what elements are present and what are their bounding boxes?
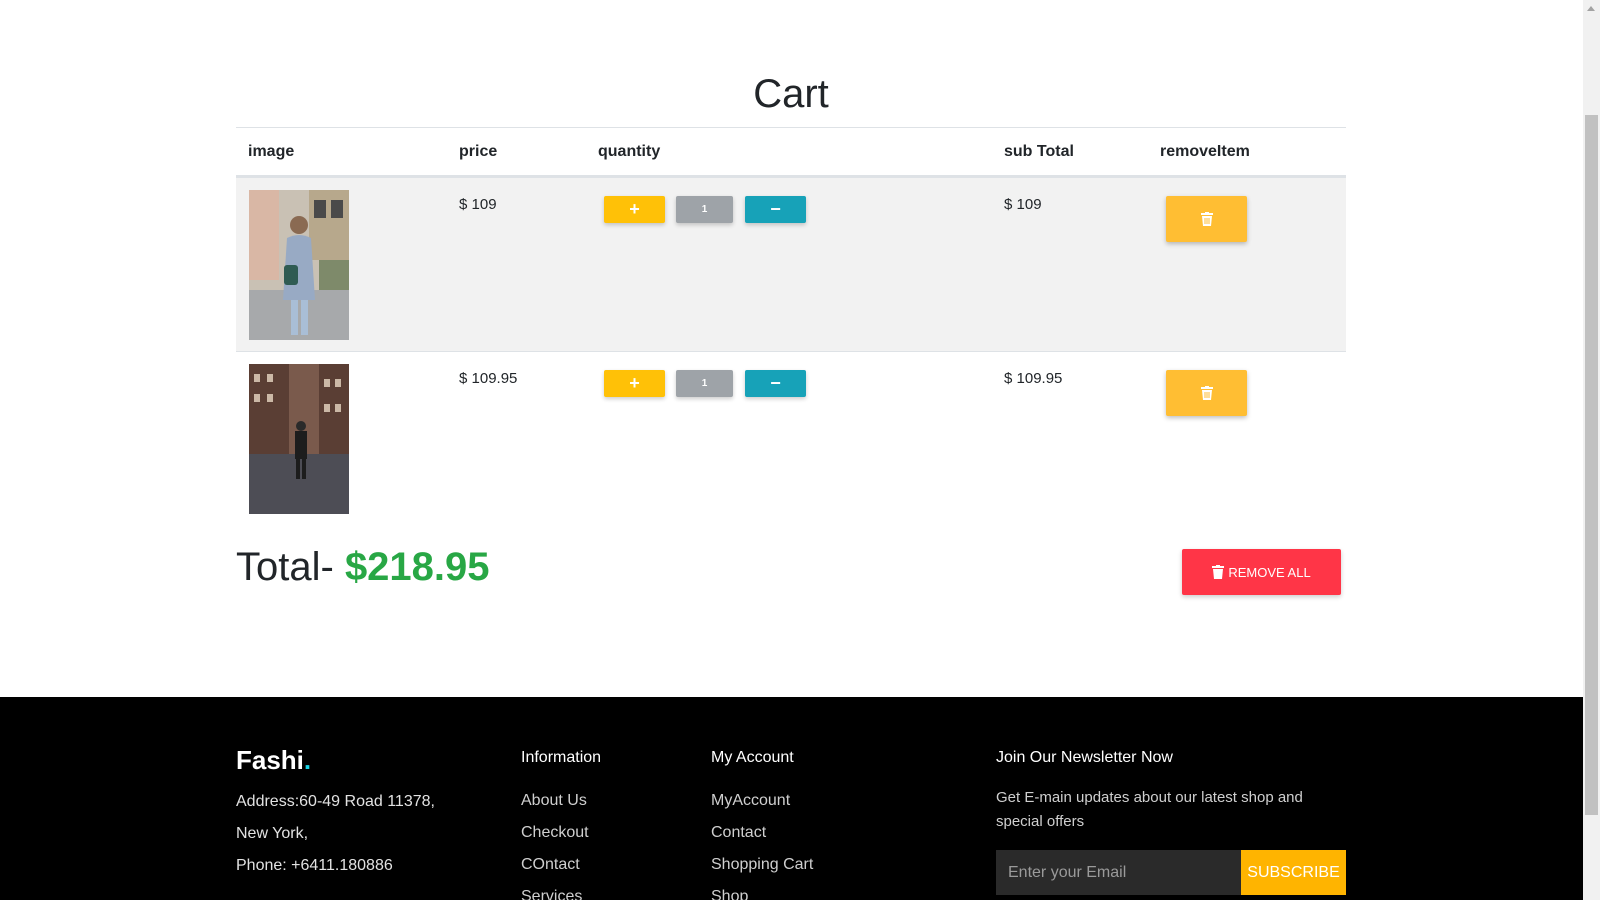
newsletter-title: Join Our Newsletter Now	[996, 749, 1173, 766]
brand-dot: .	[303, 745, 312, 775]
footer-link-services[interactable]: Services	[521, 888, 582, 900]
remove-all-button[interactable]: REMOVE ALL	[1182, 549, 1341, 595]
brand-name: Fashi	[236, 745, 304, 775]
page: Cart image price quantity sub Total remo…	[0, 0, 1583, 900]
newsletter-email-input[interactable]	[996, 850, 1241, 895]
remove-all-label: REMOVE ALL	[1228, 564, 1311, 580]
header-subtotal: sub Total	[1004, 143, 1074, 160]
cart-table: image price quantity sub Total removeIte…	[236, 127, 1346, 525]
footer-information-title: Information	[521, 749, 602, 766]
decrease-quantity-button[interactable]: −	[745, 196, 806, 223]
item-subtotal: $ 109.95	[1004, 370, 1063, 387]
footer-account-title: My Account	[711, 749, 794, 766]
footer-address-line1: Address:60-49 Road 11378,	[236, 793, 435, 810]
item-price: $ 109	[459, 196, 497, 213]
minus-icon: −	[770, 373, 781, 393]
quantity-display: 1	[676, 196, 733, 223]
newsletter-description: Get E-main updates about our latest shop…	[996, 789, 1303, 830]
quantity-display: 1	[676, 370, 733, 397]
footer-address-line2: New York,	[236, 825, 309, 842]
header-price: price	[459, 143, 498, 160]
subscribe-button[interactable]: Subscribe	[1241, 850, 1346, 895]
product-image-woman	[249, 190, 349, 340]
cart-total: Total- $218.95	[236, 545, 490, 590]
vertical-scrollbar[interactable]	[1583, 0, 1600, 900]
scroll-up-arrow-icon[interactable]	[1587, 6, 1595, 11]
table-header: image price quantity sub Total removeIte…	[236, 127, 1346, 177]
footer-link-contact[interactable]: COntact	[521, 856, 580, 874]
product-image-man	[249, 364, 349, 514]
trash-icon	[1200, 212, 1213, 226]
item-subtotal: $ 109	[1004, 196, 1042, 213]
footer-link-checkout[interactable]: Checkout	[521, 824, 589, 842]
header-remove: removeItem	[1160, 143, 1250, 160]
increase-quantity-button[interactable]: +	[604, 196, 665, 223]
plus-icon: +	[629, 373, 640, 393]
remove-item-button[interactable]	[1166, 196, 1247, 242]
footer-link-shopping-cart[interactable]: Shopping Cart	[711, 856, 813, 874]
plus-icon: +	[629, 199, 640, 219]
table-row: $ 109.95 + 1 − $ 109.95	[236, 351, 1346, 525]
total-amount: $218.95	[344, 545, 490, 589]
footer-link-contact-account[interactable]: Contact	[711, 824, 766, 842]
item-price: $ 109.95	[459, 370, 518, 387]
remove-item-button[interactable]	[1166, 370, 1247, 416]
table-row: $ 109 + 1 − $ 109	[236, 177, 1346, 351]
decrease-quantity-button[interactable]: −	[745, 370, 806, 397]
minus-icon: −	[770, 199, 781, 219]
header-image: image	[248, 143, 295, 160]
footer: Fashi. Address:60-49 Road 11378, New Yor…	[0, 697, 1583, 900]
footer-logo[interactable]: Fashi.	[236, 745, 311, 776]
footer-phone: Phone: +6411.180886	[236, 857, 393, 874]
header-quantity: quantity	[598, 143, 661, 160]
increase-quantity-button[interactable]: +	[604, 370, 665, 397]
scrollbar-thumb[interactable]	[1585, 115, 1598, 815]
trash-icon	[1200, 386, 1213, 400]
trash-icon	[1212, 565, 1225, 579]
footer-link-about-us[interactable]: About Us	[521, 792, 587, 810]
footer-link-shop[interactable]: Shop	[711, 888, 748, 900]
footer-link-myaccount[interactable]: MyAccount	[711, 792, 790, 810]
page-title: Cart	[753, 72, 829, 116]
total-label: Total-	[236, 545, 334, 589]
